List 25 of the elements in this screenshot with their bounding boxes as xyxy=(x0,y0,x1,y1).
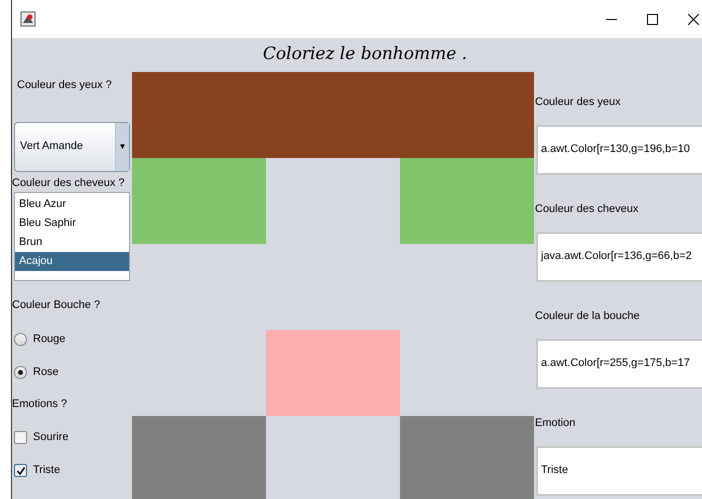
checkbox-option[interactable]: Triste xyxy=(14,463,132,478)
field-label: Couleur de la bouche xyxy=(535,309,641,324)
list-item[interactable]: Acajou xyxy=(15,252,129,271)
app-icon xyxy=(20,11,36,27)
field-label: Couleur Bouche ? xyxy=(12,298,102,313)
field-label: Couleur des cheveux xyxy=(535,202,640,217)
field-label: Emotions ? xyxy=(12,396,68,412)
radio-option[interactable]: Rose xyxy=(14,364,132,380)
radio-option[interactable]: Rouge xyxy=(14,332,132,346)
field-label: Couleur des cheveux ? xyxy=(12,176,126,190)
text-field[interactable]: Triste xyxy=(536,446,702,496)
list-item[interactable]: Bleu Azur xyxy=(15,195,129,214)
eye-color-dropdown[interactable]: Vert Amande ▼ xyxy=(14,122,130,172)
maximize-icon[interactable] xyxy=(647,14,658,24)
checkbox-option[interactable]: Sourire xyxy=(14,430,132,445)
heading: Coloriez le bonhomme . xyxy=(262,43,468,66)
text-field[interactable]: a.awt.Color[r=255,g=175,b=17 xyxy=(536,338,702,388)
field-label: Emotion xyxy=(535,416,576,431)
text-field[interactable]: java.awt.Color[r=136,g=66,b=2 xyxy=(536,232,702,282)
close-icon[interactable] xyxy=(688,14,699,24)
text-field[interactable]: a.awt.Color[r=130,g=196,b=10 xyxy=(536,124,702,174)
list-item[interactable]: Brun xyxy=(15,233,129,252)
field-label: Couleur des yeux ? xyxy=(17,78,113,93)
list-item[interactable]: Bleu Saphir xyxy=(15,214,129,233)
field-label: Couleur des yeux xyxy=(535,95,622,110)
